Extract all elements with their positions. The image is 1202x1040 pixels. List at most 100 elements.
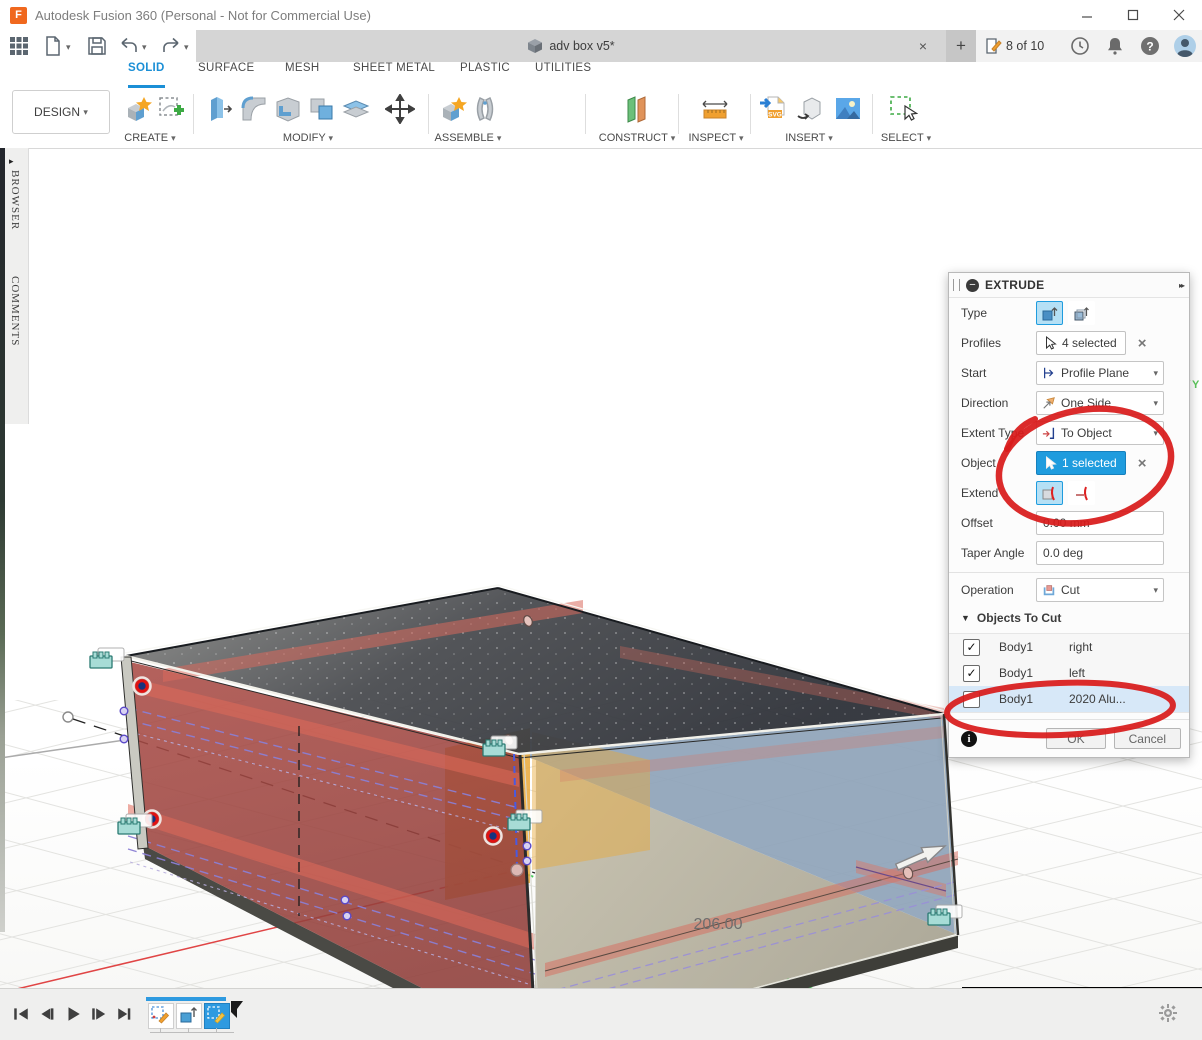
extrude-dialog-header[interactable]: − EXTRUDE ▸▸ <box>949 273 1189 298</box>
tab-utilities[interactable]: UTILITIES <box>535 62 591 85</box>
group-label-modify[interactable]: MODIFY ▾ <box>283 132 333 144</box>
body-tag: left <box>1069 666 1189 680</box>
direction-dropdown[interactable]: One Side ▾ <box>1036 391 1164 415</box>
checkbox-body1-right[interactable]: ✓ <box>963 639 980 656</box>
user-avatar[interactable] <box>1173 34 1197 58</box>
start-dropdown[interactable]: Profile Plane ▾ <box>1036 361 1164 385</box>
profiles-clear-icon[interactable]: × <box>1138 335 1147 352</box>
cancel-button[interactable]: Cancel <box>1114 728 1181 749</box>
sidebar-item-browser[interactable]: BROWSER <box>9 170 21 230</box>
dock-panel-icon[interactable]: ▸▸ <box>1179 281 1183 290</box>
extent-type-dropdown[interactable]: To Object ▾ <box>1036 421 1164 445</box>
cut-object-row[interactable]: ✓ Body1 right <box>949 634 1189 660</box>
browser-expand-icon[interactable]: ▸ <box>9 156 14 167</box>
timeline-play-button[interactable] <box>64 1005 82 1023</box>
cut-object-row[interactable]: ✓ Body1 left <box>949 660 1189 686</box>
timeline-step-forward-button[interactable] <box>90 1005 108 1023</box>
timeline-sketch-feature-selected[interactable] <box>204 1003 230 1029</box>
help-icon[interactable]: ? <box>1140 36 1160 56</box>
split-body-icon[interactable] <box>341 94 371 124</box>
job-status-clock-icon[interactable] <box>1070 36 1090 56</box>
timeline-skip-end-button[interactable] <box>116 1005 134 1023</box>
tab-mesh[interactable]: MESH <box>285 62 319 85</box>
section-collapse-icon[interactable]: ▼ <box>961 613 970 623</box>
file-icon[interactable] <box>42 35 64 57</box>
tab-surface[interactable]: SURFACE <box>198 62 254 85</box>
timeline-bar <box>0 988 1202 1040</box>
checkbox-body1-left[interactable]: ✓ <box>963 665 980 682</box>
origin-point[interactable] <box>511 864 523 876</box>
offset-input[interactable] <box>1036 511 1164 535</box>
canvas-image-icon[interactable] <box>833 94 863 124</box>
timeline-skip-start-button[interactable] <box>12 1005 30 1023</box>
notifications-bell-icon[interactable] <box>1105 36 1125 56</box>
sidebar-item-comments[interactable]: COMMENTS <box>9 276 21 346</box>
extend-faces-button[interactable] <box>1036 481 1063 505</box>
group-label-construct[interactable]: CONSTRUCT ▾ <box>599 132 675 144</box>
maximize-button[interactable] <box>1110 0 1156 30</box>
construction-plane-icon[interactable] <box>622 94 652 124</box>
minimize-button[interactable] <box>1064 0 1110 30</box>
tab-plastic[interactable]: PLASTIC <box>460 62 510 85</box>
timeline-sketch-feature[interactable] <box>148 1003 174 1029</box>
document-tab[interactable]: adv box v5* × <box>196 30 946 62</box>
ok-button[interactable]: OK <box>1046 728 1105 749</box>
move-icon[interactable] <box>385 94 415 124</box>
timeline-step-back-button[interactable] <box>38 1005 56 1023</box>
combine-icon[interactable] <box>307 94 337 124</box>
fillet-icon[interactable] <box>239 94 269 124</box>
object-select-button[interactable]: 1 selected <box>1036 451 1126 475</box>
timeline-settings-gear-icon[interactable] <box>1158 1003 1178 1023</box>
group-label-select[interactable]: SELECT ▾ <box>881 132 931 144</box>
timeline-position-marker[interactable] <box>229 1001 245 1019</box>
shell-icon[interactable] <box>273 94 303 124</box>
save-icon[interactable] <box>86 35 108 57</box>
object-clear-icon[interactable]: × <box>1138 455 1147 472</box>
operation-dropdown[interactable]: Cut ▾ <box>1036 578 1164 602</box>
taper-angle-input[interactable] <box>1036 541 1164 565</box>
press-pull-icon[interactable] <box>205 94 235 124</box>
insert-svg-icon[interactable]: SVG <box>758 94 788 124</box>
group-label-assemble[interactable]: ASSEMBLE ▾ <box>435 132 502 144</box>
design-workspace-dropdown[interactable]: DESIGN ▾ <box>12 90 110 134</box>
redo-icon[interactable] <box>160 35 182 57</box>
document-tab-label[interactable]: adv box v5* <box>549 39 614 53</box>
file-menu-caret[interactable]: ▾ <box>66 42 71 53</box>
tab-sheet-metal[interactable]: SHEET METAL <box>353 62 435 85</box>
version-badge[interactable]: 8 of 10 <box>984 37 1044 55</box>
redo-caret[interactable]: ▾ <box>184 42 189 53</box>
group-label-insert[interactable]: INSERT ▾ <box>785 132 833 144</box>
info-icon[interactable]: i <box>961 731 977 747</box>
new-component-icon[interactable] <box>437 94 467 124</box>
cut-object-row-highlighted[interactable]: Body1 2020 Alu... <box>949 686 1189 712</box>
close-button[interactable] <box>1156 0 1202 30</box>
type-thin-extrude-button[interactable] <box>1068 301 1095 325</box>
to-object-icon <box>1042 426 1056 440</box>
insert-mesh-icon[interactable] <box>795 94 825 124</box>
y-axis-label: Y <box>1192 379 1200 391</box>
construction-point[interactable] <box>63 712 73 722</box>
app-grid-icon[interactable] <box>8 35 30 57</box>
undo-icon[interactable] <box>118 35 140 57</box>
group-label-inspect[interactable]: INSPECT ▾ <box>688 132 743 144</box>
group-label-create[interactable]: CREATE ▾ <box>124 132 175 144</box>
drag-grip-icon[interactable] <box>953 279 960 291</box>
collapsed-browser-panel[interactable]: ▸ BROWSER COMMENTS <box>5 148 29 424</box>
joint-icon[interactable] <box>470 94 500 124</box>
create-sketch-icon[interactable] <box>156 94 186 124</box>
measure-icon[interactable] <box>700 94 730 124</box>
checkbox-body1-2020alu[interactable] <box>963 691 980 708</box>
extend-adjacent-button[interactable] <box>1068 481 1095 505</box>
objects-to-cut-header[interactable]: ▼ Objects To Cut <box>949 605 1189 631</box>
timeline-track[interactable] <box>150 1032 234 1033</box>
timeline-extrude-feature[interactable] <box>176 1003 202 1029</box>
document-tab-close-icon[interactable]: × <box>914 37 932 55</box>
select-tool-icon[interactable] <box>888 94 918 124</box>
new-document-tab-button[interactable]: + <box>946 30 976 62</box>
tab-solid[interactable]: SOLID <box>128 62 165 88</box>
undo-caret[interactable]: ▾ <box>142 42 147 53</box>
new-body-icon[interactable] <box>122 94 152 124</box>
collapse-icon[interactable]: − <box>966 279 979 292</box>
profiles-select-button[interactable]: 4 selected <box>1036 331 1126 355</box>
type-extrude-button[interactable] <box>1036 301 1063 325</box>
